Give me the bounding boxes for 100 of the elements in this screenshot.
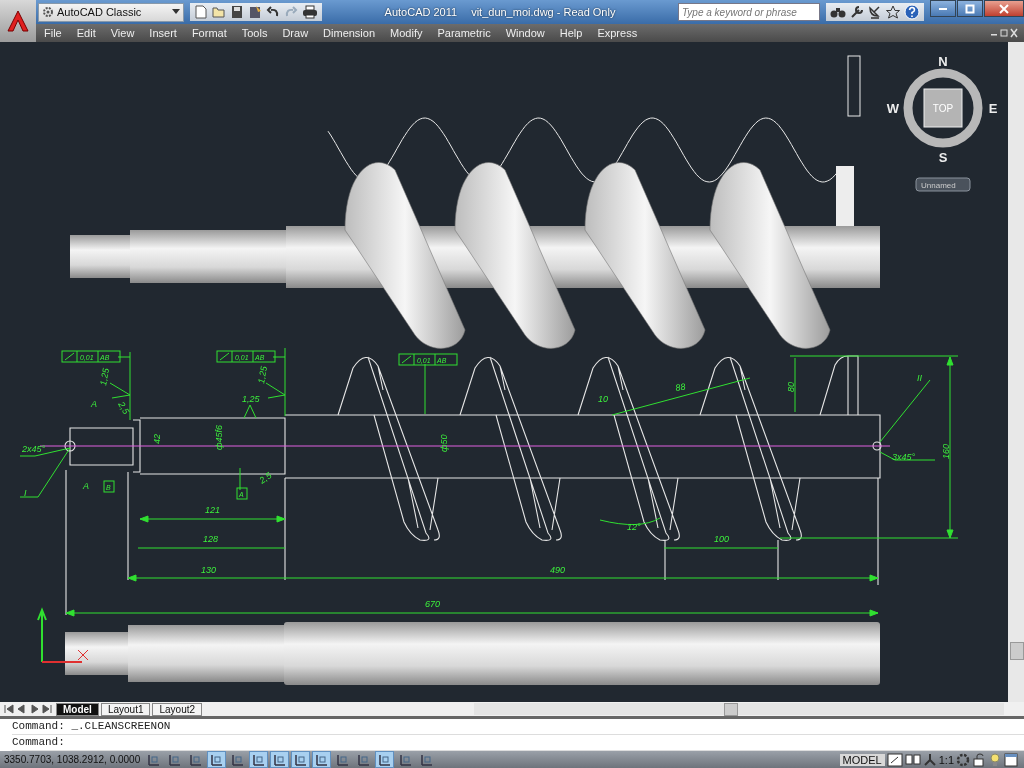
printer-icon[interactable] bbox=[302, 5, 318, 19]
layout-tab[interactable]: Layout1 bbox=[100, 702, 151, 716]
mode-icon bbox=[356, 752, 371, 767]
menu-item[interactable]: Parametric bbox=[437, 27, 491, 39]
dimension-label: 2,5 bbox=[257, 470, 274, 486]
dimension-label: 12° bbox=[627, 522, 641, 532]
menu-item[interactable]: Draw bbox=[282, 27, 309, 39]
mode-icon bbox=[167, 752, 182, 767]
document-window-controls-icon[interactable] bbox=[990, 28, 1018, 38]
new-page-icon[interactable] bbox=[194, 5, 208, 19]
workspace-dropdown[interactable]: AutoCAD Classic bbox=[38, 2, 184, 22]
compass-label[interactable]: N bbox=[938, 54, 948, 69]
mode-icon bbox=[314, 752, 329, 767]
dimension-label: 670 bbox=[425, 599, 441, 609]
folder-icon[interactable] bbox=[212, 5, 226, 19]
undo-arrow-icon[interactable] bbox=[266, 5, 280, 19]
layout-tab[interactable]: Layout2 bbox=[152, 702, 203, 716]
dimension-label: 160 bbox=[941, 443, 951, 459]
dimension-label: 130 bbox=[201, 565, 217, 575]
dimension-label: 3x45° bbox=[892, 452, 916, 462]
help-icon[interactable] bbox=[904, 4, 920, 20]
rectangle-outline bbox=[847, 55, 861, 117]
horizontal-scrollbar[interactable] bbox=[474, 703, 1004, 715]
drafting-mode-toggle[interactable] bbox=[249, 751, 268, 768]
dimension-label: 1,25 bbox=[98, 367, 111, 387]
mode-icon bbox=[398, 752, 413, 767]
scrollbar-thumb[interactable] bbox=[724, 703, 738, 716]
dimension-label: 42 bbox=[152, 434, 162, 444]
menu-item[interactable]: File bbox=[44, 27, 62, 39]
annotation-scale-dropdown[interactable]: 1:1 bbox=[938, 753, 954, 766]
save-as-icon[interactable] bbox=[248, 5, 262, 19]
menu-item[interactable]: Modify bbox=[390, 27, 423, 39]
menu-item[interactable]: Insert bbox=[149, 27, 177, 39]
dimension-label: II bbox=[917, 373, 922, 383]
menu-item[interactable]: Help bbox=[559, 27, 583, 39]
compass-label[interactable]: S bbox=[938, 150, 948, 165]
letter-a-logo-icon bbox=[6, 10, 30, 32]
maximize-button[interactable] bbox=[957, 0, 983, 17]
dimension-label: 1,25 bbox=[256, 365, 269, 385]
compass-ring[interactable] bbox=[903, 68, 983, 148]
gear-icon[interactable] bbox=[956, 752, 970, 767]
coordinates-readout: 3350.7703, 1038.2912, 0.0000 bbox=[4, 754, 142, 765]
menu-item[interactable]: Dimension bbox=[323, 27, 376, 39]
annotation-scale-icon[interactable] bbox=[922, 752, 937, 767]
menu-item[interactable]: Tools bbox=[241, 27, 268, 39]
search-field[interactable]: Type a keyword or phrase bbox=[678, 3, 820, 21]
mode-icon bbox=[209, 752, 224, 767]
mode-icon bbox=[272, 752, 287, 767]
layout-tab[interactable]: Model bbox=[56, 702, 99, 716]
binoculars-icon[interactable] bbox=[830, 5, 846, 19]
dimension-label: 100 bbox=[714, 534, 730, 544]
dimension-label: 2,5 bbox=[116, 400, 132, 416]
dimension-label: 80 bbox=[786, 382, 796, 392]
maximize-icon bbox=[965, 3, 975, 14]
minimize-button[interactable] bbox=[930, 0, 956, 17]
mode-icon bbox=[251, 752, 266, 767]
mode-icon bbox=[377, 752, 392, 767]
drafting-mode-toggle[interactable] bbox=[207, 751, 226, 768]
mode-icon bbox=[419, 752, 434, 767]
layouts-icon[interactable] bbox=[904, 752, 921, 767]
dimension-label: 121 bbox=[205, 505, 221, 515]
menu-item[interactable]: Window bbox=[505, 27, 545, 39]
ucs-menu-button[interactable]: Unnamed bbox=[915, 177, 971, 192]
drafting-mode-toggle[interactable] bbox=[375, 751, 394, 768]
close-button[interactable] bbox=[984, 0, 1024, 17]
drafting-mode-toggle[interactable] bbox=[312, 751, 331, 768]
menu-item[interactable]: Edit bbox=[76, 27, 96, 39]
dimension-label: 88 bbox=[674, 381, 687, 393]
minimize-icon bbox=[939, 7, 947, 10]
compass-label[interactable]: W bbox=[886, 101, 900, 116]
drafting-mode-toggle[interactable] bbox=[291, 751, 310, 768]
menu-item[interactable]: View bbox=[110, 27, 135, 39]
dropdown-arrow-icon bbox=[172, 9, 180, 15]
compass-label[interactable]: E bbox=[988, 101, 998, 116]
padlock-icon[interactable] bbox=[972, 752, 986, 767]
scrollbar-thumb[interactable] bbox=[1010, 642, 1024, 660]
clean-screen-icon[interactable] bbox=[1004, 752, 1018, 767]
tab-navigation-arrows-icon[interactable] bbox=[2, 703, 54, 715]
drafting-mode-toggle[interactable] bbox=[270, 751, 289, 768]
star-icon[interactable] bbox=[886, 5, 900, 19]
gear-icon bbox=[42, 6, 54, 18]
dimension-label: 490 bbox=[550, 565, 566, 575]
dimension-label: 2x45° bbox=[22, 444, 46, 454]
mode-icon bbox=[293, 752, 308, 767]
dimension-label: I bbox=[24, 488, 27, 498]
mode-icon bbox=[335, 752, 350, 767]
satellite-dish-icon[interactable] bbox=[868, 5, 882, 19]
dimension-label: 1,25 bbox=[242, 394, 260, 404]
close-icon bbox=[999, 3, 1009, 14]
application-title: AutoCAD 2011 bbox=[384, 6, 458, 18]
vertical-scrollbar[interactable] bbox=[1008, 42, 1024, 702]
application-menu-button[interactable] bbox=[0, 0, 36, 42]
mode-icon bbox=[230, 752, 245, 767]
menu-item[interactable]: Format bbox=[191, 27, 227, 39]
wrench-icon[interactable] bbox=[850, 5, 864, 19]
menu-item[interactable]: Express bbox=[597, 27, 638, 39]
dimension-label: A bbox=[83, 481, 89, 491]
viewport-icon[interactable] bbox=[886, 752, 903, 767]
dimension-label: 10 bbox=[598, 394, 608, 404]
model-space-button[interactable]: MODEL bbox=[839, 753, 885, 766]
